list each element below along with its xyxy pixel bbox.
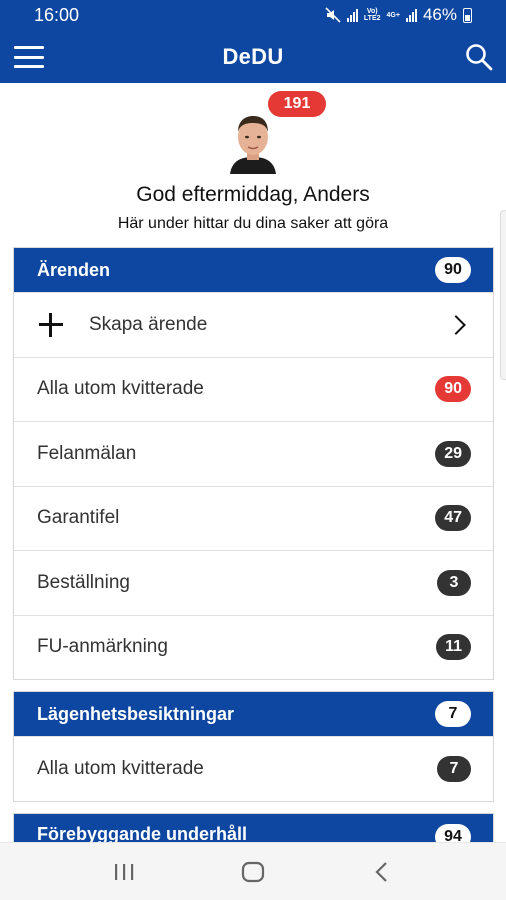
volte-label: Vo) LTE2 xyxy=(363,8,381,22)
back-icon[interactable] xyxy=(362,852,402,892)
besiktningar-count-badge: 7 xyxy=(435,701,471,727)
app-title: DeDU xyxy=(222,43,284,69)
list-item-fu-anmarkning[interactable]: FU-anmärkning 11 xyxy=(14,614,493,680)
underhall-header[interactable]: Förebyggande underhåll 94 xyxy=(14,814,493,842)
greeting-subtext: Här under hittar du dina saker att göra xyxy=(117,215,389,232)
notification-count-badge: 191 xyxy=(268,91,326,117)
plus-icon xyxy=(37,311,65,339)
recents-icon[interactable] xyxy=(104,852,144,892)
list-item-alla-utom-kvitterade[interactable]: Alla utom kvitterade 90 xyxy=(14,356,493,422)
list-item-bestallning[interactable]: Beställning 3 xyxy=(14,550,493,615)
list-item-garantifel[interactable]: Garantifel 47 xyxy=(14,485,493,551)
chevron-right-icon xyxy=(446,314,466,335)
count-badge: 29 xyxy=(435,440,471,467)
underhall-count-badge: 94 xyxy=(435,824,471,842)
besiktningar-card: Lägenhetsbesiktningar 7 Alla utom kvitte… xyxy=(13,691,494,802)
search-icon[interactable] xyxy=(464,42,494,72)
besiktningar-header[interactable]: Lägenhetsbesiktningar 7 xyxy=(14,692,493,736)
arenden-title: Ärenden xyxy=(37,259,111,280)
list-item-label: FU-anmärkning xyxy=(37,636,168,658)
home-icon[interactable] xyxy=(233,852,273,892)
avatar[interactable] xyxy=(226,110,280,174)
create-arende-label: Skapa ärende xyxy=(89,313,208,335)
signal-icon xyxy=(346,8,358,22)
underhall-title: Förebyggande underhåll xyxy=(37,824,248,842)
underhall-card: Förebyggande underhåll 94 xyxy=(13,813,494,842)
create-arende-row[interactable]: Skapa ärende xyxy=(14,292,493,357)
count-badge: 3 xyxy=(437,569,471,596)
battery-percent: 46% xyxy=(422,5,457,24)
count-badge: 7 xyxy=(437,755,471,782)
system-nav-bar xyxy=(0,842,506,900)
greeting-text: God eftermiddag, Anders xyxy=(136,183,370,206)
status-time: 16:00 xyxy=(34,4,80,25)
hamburger-menu-icon[interactable] xyxy=(14,46,44,68)
status-bar: 16:00 Vo) LTE2 4G+ 46% xyxy=(0,0,506,30)
status-icons: Vo) LTE2 4G+ 46% xyxy=(325,5,472,25)
list-item-label: Felanmälan xyxy=(37,442,137,464)
list-item-label: Beställning xyxy=(37,571,130,593)
avatar-image xyxy=(226,110,280,174)
besiktningar-title: Lägenhetsbesiktningar xyxy=(37,703,235,724)
signal-icon-2 xyxy=(405,8,417,22)
profile-header: 191 God eftermiddag, Anders Här under hi… xyxy=(0,83,506,243)
scroll-indicator[interactable] xyxy=(500,210,506,380)
list-item-label: Garantifel xyxy=(37,507,120,529)
arenden-card: Ärenden 90 Skapa ärende Alla utom kvitte… xyxy=(13,247,494,680)
list-item-label: Alla utom kvitterade xyxy=(37,378,204,400)
list-item-besiktningar-alla[interactable]: Alla utom kvitterade 7 xyxy=(14,736,493,801)
count-badge: 11 xyxy=(436,634,471,661)
arenden-count-badge: 90 xyxy=(435,257,471,283)
count-badge: 90 xyxy=(435,376,471,403)
list-item-felanmalan[interactable]: Felanmälan 29 xyxy=(14,421,493,486)
app-bar: DeDU xyxy=(0,30,506,83)
count-badge: 47 xyxy=(435,505,471,532)
network-type-label: 4G+ xyxy=(386,11,400,19)
mute-icon xyxy=(325,7,341,23)
list-item-label: Alla utom kvitterade xyxy=(37,757,204,779)
arenden-header[interactable]: Ärenden 90 xyxy=(14,248,493,292)
battery-icon xyxy=(463,7,472,23)
